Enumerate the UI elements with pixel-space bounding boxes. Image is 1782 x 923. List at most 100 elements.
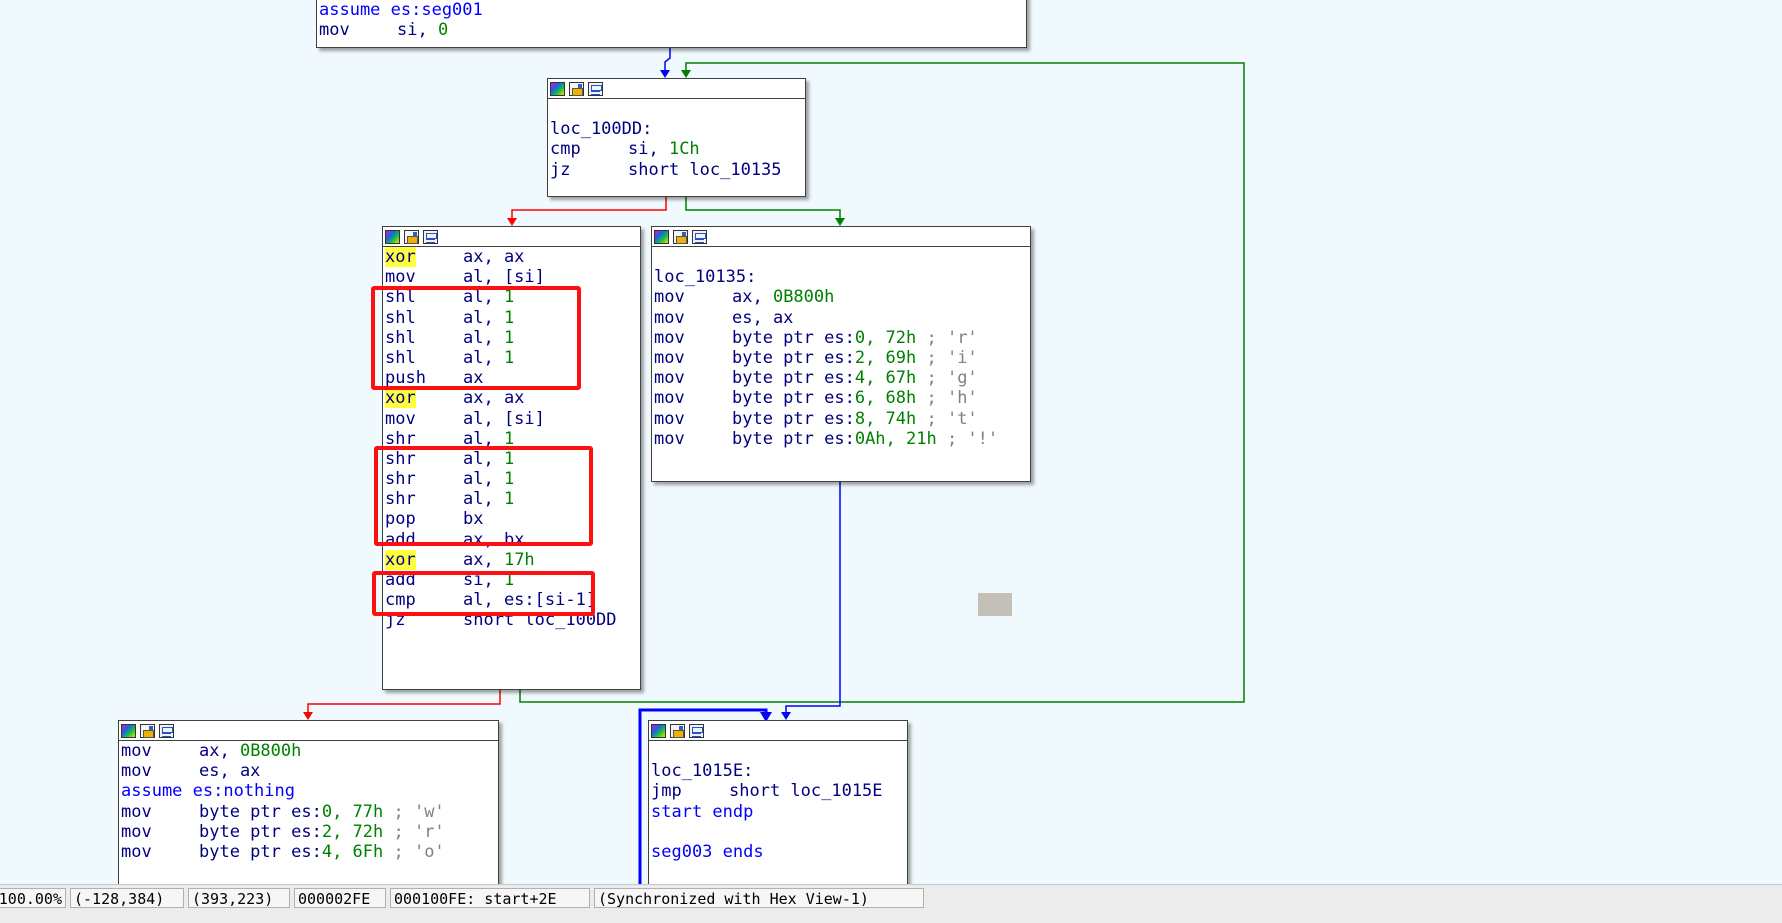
asm-operands[interactable]: short loc_10135 (628, 160, 782, 180)
asm-operands[interactable]: al, [si] (463, 267, 545, 287)
color-palette-icon[interactable] (654, 229, 669, 244)
asm-line[interactable]: mov al, [si] (383, 267, 640, 287)
edit-node-icon[interactable] (140, 723, 155, 738)
edit-node-icon[interactable] (404, 229, 419, 244)
asm-mnemonic[interactable]: mov (654, 429, 685, 449)
asm-mnemonic[interactable]: jmp (651, 781, 682, 801)
color-palette-icon[interactable] (385, 229, 400, 244)
edit-node-icon[interactable] (670, 723, 685, 738)
asm-line[interactable]: mov es, ax (652, 308, 1030, 328)
asm-line[interactable]: xor ax, ax (383, 247, 640, 267)
asm-mnemonic[interactable]: mov (385, 267, 416, 287)
asm-label[interactable]: loc_1015E: (651, 761, 753, 781)
asm-mnemonic[interactable]: mov (654, 409, 685, 429)
asm-line[interactable]: mov byte ptr es:4, 6Fh ; 'o' (119, 842, 498, 862)
asm-line[interactable]: mov byte ptr es:0, 72h ; 'r' (652, 328, 1030, 348)
asm-mnemonic[interactable]: mov (319, 20, 350, 40)
asm-operands[interactable]: byte ptr es: (732, 409, 855, 429)
asm-line[interactable]: mov byte ptr es:2, 69h ; 'i' (652, 348, 1030, 368)
color-palette-icon[interactable] (550, 81, 565, 96)
asm-mnemonic[interactable]: mov (121, 842, 152, 862)
asm-line[interactable]: xor ax, ax (383, 388, 640, 409)
asm-line[interactable] (649, 822, 907, 842)
asm-mnemonic[interactable]: mov (121, 802, 152, 822)
asm-line[interactable]: loc_10135: (652, 267, 1030, 287)
edit-node-icon[interactable] (569, 81, 584, 96)
asm-operands[interactable]: byte ptr es: (199, 842, 322, 862)
asm-line[interactable] (652, 247, 1030, 267)
color-palette-icon[interactable] (651, 723, 666, 738)
asm-mnemonic[interactable]: xor (385, 247, 416, 267)
asm-operands[interactable]: byte ptr es: (732, 388, 855, 408)
graph-overview-icon[interactable] (423, 229, 438, 244)
asm-line[interactable] (548, 99, 805, 119)
asm-operands[interactable]: byte ptr es: (732, 368, 855, 388)
asm-operands[interactable]: ax, (463, 550, 504, 570)
asm-mnemonic[interactable]: cmp (550, 139, 581, 159)
asm-operands[interactable]: al, [si] (463, 409, 545, 429)
asm-operands[interactable]: byte ptr es: (199, 822, 322, 842)
asm-operands[interactable]: ax, (732, 287, 773, 307)
asm-mnemonic[interactable]: jz (550, 160, 570, 180)
asm-operands[interactable]: es, ax (732, 308, 793, 328)
asm-line[interactable]: mov byte ptr es:4, 67h ; 'g' (652, 368, 1030, 388)
asm-operands[interactable]: short loc_1015E (729, 781, 883, 801)
asm-line[interactable]: mov byte ptr es:0, 77h ; 'w' (119, 802, 498, 822)
node-loc-1015E[interactable]: loc_1015E: jmp short loc_1015E start endp s… (648, 720, 908, 884)
asm-mnemonic[interactable]: mov (385, 409, 416, 429)
asm-line[interactable]: mov byte ptr es:6, 68h ; 'h' (652, 388, 1030, 408)
asm-line[interactable]: jmp short loc_1015E (649, 781, 907, 801)
asm-line[interactable]: mov es, ax (119, 761, 498, 781)
asm-operands[interactable]: si, (628, 139, 669, 159)
edit-node-icon[interactable] (673, 229, 688, 244)
asm-operands[interactable]: es, ax (199, 761, 260, 781)
asm-mnemonic[interactable]: mov (654, 308, 685, 328)
graph-overview-icon[interactable] (689, 723, 704, 738)
asm-line[interactable]: cmp si, 1Ch (548, 139, 805, 159)
asm-line[interactable]: mov byte ptr es:2, 72h ; 'r' (119, 822, 498, 842)
node-entry[interactable]: assume es:seg001 mov si, 0 (316, 0, 1027, 48)
asm-mnemonic[interactable]: mov (654, 368, 685, 388)
asm-line[interactable]: mov byte ptr es:8, 74h ; 't' (652, 409, 1030, 429)
asm-mnemonic[interactable]: mov (121, 741, 152, 761)
color-palette-icon[interactable] (121, 723, 136, 738)
node-loc-10135[interactable]: loc_10135: mov ax, 0B800h mov es, ax mov byte … (651, 226, 1031, 482)
asm-line[interactable]: mov byte ptr es:0Ah, 21h ; '!' (652, 429, 1030, 449)
asm-operands[interactable]: ax, ax (463, 388, 524, 408)
asm-line[interactable]: loc_100DD: (548, 119, 805, 139)
asm-line[interactable]: mov ax, 0B800h (119, 741, 498, 761)
asm-line[interactable]: mov si, 0 (317, 20, 1026, 40)
asm-line[interactable]: xor ax, 17h (383, 549, 640, 570)
asm-line[interactable]: assume es:seg001 (317, 0, 1026, 20)
asm-operands[interactable]: byte ptr es: (199, 802, 322, 822)
graph-overview-icon[interactable] (159, 723, 174, 738)
asm-label[interactable]: loc_10135: (654, 267, 756, 287)
asm-line[interactable]: assume es:nothing (119, 781, 498, 801)
asm-mnemonic[interactable]: xor (385, 549, 416, 570)
asm-label[interactable]: loc_100DD: (550, 119, 652, 139)
asm-line[interactable] (649, 741, 907, 761)
asm-mnemonic[interactable]: mov (654, 348, 685, 368)
asm-operands[interactable]: byte ptr es: (732, 429, 855, 449)
asm-line[interactable]: mov al, [si] (383, 409, 640, 429)
graph-overview-icon[interactable] (588, 81, 603, 96)
asm-line[interactable]: jz short loc_10135 (548, 160, 805, 180)
asm-mnemonic[interactable]: xor (385, 388, 416, 409)
node-loc-100DD[interactable]: loc_100DD: cmp si, 1Ch jz short loc_10135 (547, 78, 806, 197)
asm-mnemonic[interactable]: mov (654, 287, 685, 307)
asm-operands[interactable]: byte ptr es: (732, 348, 855, 368)
asm-mnemonic[interactable]: mov (121, 761, 152, 781)
node-fail-message[interactable]: mov ax, 0B800h mov es, ax assume es:nothing m… (118, 720, 499, 884)
asm-line[interactable]: loc_1015E: (649, 761, 907, 781)
graph-view[interactable]: assume es:seg001 mov si, 0 loc_100DD: cmp si… (0, 0, 1782, 884)
asm-mnemonic[interactable]: mov (121, 822, 152, 842)
asm-line[interactable]: start endp (649, 802, 907, 822)
asm-operands[interactable]: si, (397, 20, 438, 40)
asm-line[interactable]: seg003 ends (649, 842, 907, 862)
asm-mnemonic[interactable]: mov (654, 388, 685, 408)
asm-operands[interactable]: byte ptr es: (732, 328, 855, 348)
asm-mnemonic[interactable]: mov (654, 328, 685, 348)
asm-operands[interactable]: ax, (199, 741, 240, 761)
asm-line[interactable]: mov ax, 0B800h (652, 287, 1030, 307)
graph-overview-icon[interactable] (692, 229, 707, 244)
